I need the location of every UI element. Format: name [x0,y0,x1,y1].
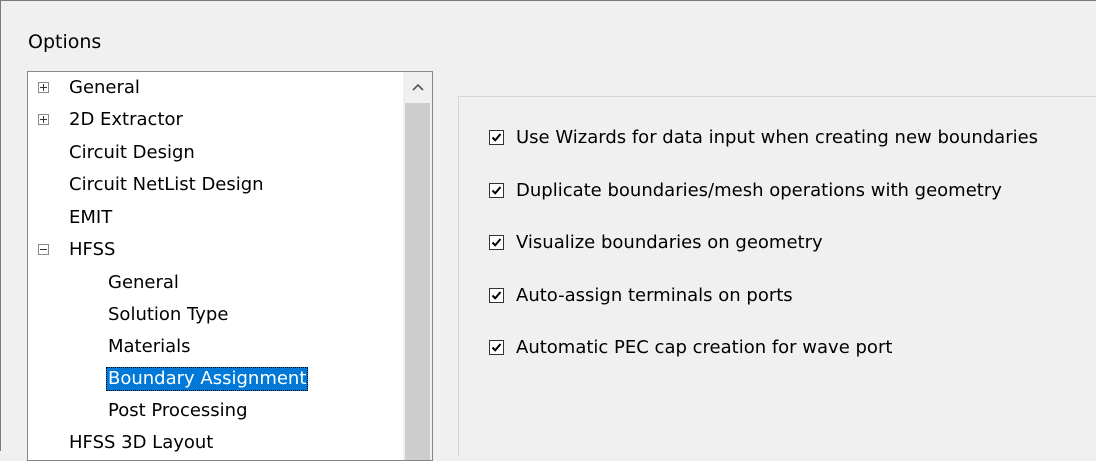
option-duplicate-boundaries[interactable]: Duplicate boundaries/mesh operations wit… [489,177,1002,203]
option-label: Automatic PEC cap creation for wave port [516,336,893,358]
tree-item-label: Circuit NetList Design [69,174,264,195]
tree-item-label: HFSS 3D Layout [69,432,214,453]
tree-item-emit[interactable]: EMIT [67,206,114,230]
checkmark-icon [491,185,502,195]
option-pec-cap-creation[interactable]: Automatic PEC cap creation for wave port [489,334,892,360]
checkmark-icon [491,290,502,300]
auto-assign-terminals-checkbox[interactable] [489,287,504,303]
option-label: Duplicate boundaries/mesh operations wit… [516,179,1002,201]
option-label: Auto-assign terminals on ports [516,284,793,306]
tree-item-solution-type[interactable]: Solution Type [106,303,230,327]
use-wizards-checkbox[interactable] [489,129,504,145]
tree-item-label: Post Processing [108,400,248,421]
tree-item-circuit-design[interactable]: Circuit Design [67,141,197,165]
tree-item-label: HFSS [69,239,116,260]
tree-item-label: 2D Extractor [69,109,183,130]
pec-cap-creation-checkbox[interactable] [489,339,504,355]
tree-item-label: General [69,77,140,98]
tree-item-hfss-3d-layout[interactable]: HFSS 3D Layout [67,431,215,455]
option-visualize-boundaries[interactable]: Visualize boundaries on geometry [489,229,823,255]
checkmark-icon [491,132,502,142]
tree-item-materials[interactable]: Materials [106,335,193,359]
checkmark-icon [491,237,502,247]
tree-item-label: Materials [108,336,191,357]
duplicate-boundaries-checkbox[interactable] [489,182,504,198]
tree-item-label: General [108,272,179,293]
option-label: Use Wizards for data input when creating… [516,126,1039,148]
tree-item-label: Solution Type [108,304,229,325]
tree-item-post-processing[interactable]: Post Processing [106,399,250,423]
tree-item-circuit-netlist-design[interactable]: Circuit NetList Design [67,173,266,197]
boundary-options-panel: Use Wizards for data input when creating… [458,96,1096,456]
tree-item-label: Boundary Assignment [106,367,309,391]
checkmark-icon [491,342,502,352]
tree-scrollbar[interactable] [403,72,432,460]
scroll-thumb[interactable] [405,103,430,460]
option-label: Visualize boundaries on geometry [516,231,823,253]
collapse-icon[interactable] [38,244,49,255]
tree-item-boundary-assignment[interactable]: Boundary Assignment [106,367,309,391]
tree-item-label: Circuit Design [69,142,195,163]
chevron-up-icon [411,83,424,91]
option-use-wizards[interactable]: Use Wizards for data input when creating… [489,124,1038,150]
option-auto-assign-terminals[interactable]: Auto-assign terminals on ports [489,282,793,308]
window-title: Options [28,31,102,53]
scroll-up-button[interactable] [403,72,432,101]
expand-icon[interactable] [38,114,49,125]
visualize-boundaries-checkbox[interactable] [489,234,504,250]
expand-icon[interactable] [38,82,49,93]
tree-item-label: EMIT [69,207,113,228]
options-tree[interactable]: General 2D Extractor Circuit Design Circ… [27,71,433,461]
tree-item-hfss-general[interactable]: General [106,271,181,295]
